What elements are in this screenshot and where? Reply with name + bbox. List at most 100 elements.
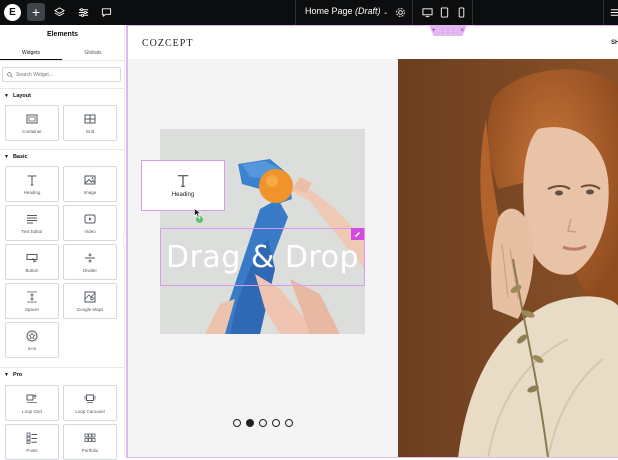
carousel-pagination — [233, 419, 293, 427]
top-bar: E + Home Page (Draft) ⌄ — [0, 0, 618, 25]
widget-heading[interactable]: Heading — [5, 166, 59, 202]
divider — [0, 367, 125, 368]
page-title[interactable]: Home Page (Draft) ⌄ — [305, 6, 388, 16]
comments-icon[interactable] — [99, 5, 113, 19]
portrait-image-art — [398, 59, 618, 458]
divider — [472, 0, 473, 25]
add-element-button[interactable]: + — [27, 3, 45, 21]
mobile-view-icon[interactable] — [454, 5, 468, 19]
close-icon[interactable]: × — [461, 28, 465, 34]
section-pro-header[interactable]: ▼ Pro — [4, 372, 22, 378]
grid-icon — [84, 112, 96, 126]
search-input[interactable] — [16, 71, 116, 78]
portrait-image[interactable] — [398, 59, 618, 458]
widget-divider[interactable]: Divider — [63, 244, 117, 280]
mouse-cursor-icon — [194, 205, 202, 223]
dragged-heading-widget[interactable]: Heading — [141, 160, 225, 211]
text-editor-icon — [26, 212, 38, 226]
button-icon — [26, 251, 38, 265]
widget-label: Text Editor — [21, 229, 43, 234]
editor-canvas[interactable]: COZCEPT SH + ⋮⋮⋮ × — [126, 25, 618, 458]
section-layout-header[interactable]: ▼ Layout — [4, 93, 31, 99]
spacer-icon — [26, 290, 38, 304]
layers-icon[interactable] — [52, 5, 66, 19]
widget-label: Spacer — [24, 307, 40, 312]
dragged-widget-label: Heading — [171, 191, 195, 198]
caret-down-icon: ▼ — [4, 154, 9, 160]
heading-icon — [26, 173, 38, 187]
desktop-view-icon[interactable] — [420, 5, 434, 19]
widget-label: Heading — [23, 190, 41, 195]
tablet-view-icon[interactable] — [437, 5, 451, 19]
more-icon[interactable] — [607, 5, 618, 19]
widget-label: Posts — [26, 448, 38, 453]
panel-title: Elements — [46, 31, 79, 38]
section-title: Layout — [12, 93, 31, 99]
page-status: (Draft) — [355, 6, 381, 16]
divider — [412, 0, 413, 25]
widget-icon[interactable]: Icon — [5, 322, 59, 358]
widget-loop-grid[interactable]: Loop Grid — [5, 385, 59, 421]
section-basic-header[interactable]: ▼ Basic — [4, 154, 28, 160]
section-handle[interactable]: + ⋮⋮⋮ × — [429, 25, 467, 36]
section-title: Pro — [12, 372, 23, 378]
widget-label: Button — [25, 268, 39, 273]
widget-label: Loop Grid — [22, 409, 42, 414]
drag-grid-icon[interactable]: ⋮⋮⋮ — [441, 28, 456, 34]
widget-label: Portfolio — [81, 448, 99, 453]
star-circle-icon — [26, 329, 38, 343]
widget-portfolio[interactable]: Portfolio — [63, 424, 117, 460]
elementor-logo[interactable]: E — [4, 4, 21, 21]
site-logo[interactable]: COZCEPT — [142, 38, 193, 49]
divider — [603, 0, 604, 25]
carousel-dot[interactable] — [272, 419, 280, 427]
widget-label: Icon — [27, 346, 37, 351]
search-widget-field[interactable] — [2, 67, 121, 82]
section-title: Basic — [12, 154, 28, 160]
page-title-text: Home Page — [305, 6, 353, 16]
loop-grid-icon — [26, 392, 38, 406]
nav-link[interactable]: SH — [611, 40, 618, 46]
loop-carousel-icon — [84, 392, 96, 406]
carousel-dot[interactable] — [246, 419, 254, 427]
search-icon — [7, 71, 13, 78]
widget-spacer[interactable]: Spacer — [5, 283, 59, 319]
image-icon — [84, 173, 96, 187]
widget-google-maps[interactable]: Google Maps — [63, 283, 117, 319]
widget-label: Divider — [82, 268, 97, 273]
widget-grid[interactable]: Grid — [63, 105, 117, 141]
video-icon — [84, 212, 96, 226]
caret-down-icon: ▼ — [4, 372, 9, 378]
carousel-dot[interactable] — [233, 419, 241, 427]
container-icon — [26, 112, 38, 126]
widget-button[interactable]: Button — [5, 244, 59, 280]
posts-icon — [26, 431, 38, 445]
widget-text-editor[interactable]: Text Editor — [5, 205, 59, 241]
widget-container[interactable]: Container — [5, 105, 59, 141]
divider-icon — [84, 251, 96, 265]
hero-heading[interactable]: Drag & Drop — [160, 228, 365, 286]
widget-image[interactable]: Image — [63, 166, 117, 202]
tabs-divider — [0, 60, 125, 61]
widget-label: Video — [84, 229, 96, 234]
chevron-down-icon: ⌄ — [383, 10, 389, 16]
widget-label: Container — [22, 129, 42, 134]
edit-pencil-icon[interactable] — [351, 228, 364, 240]
widget-video[interactable]: Video — [63, 205, 117, 241]
divider — [0, 149, 125, 150]
carousel-dot[interactable] — [259, 419, 267, 427]
elements-panel: Elements Widgets Globals ▼ Layout Contai… — [0, 25, 125, 460]
page-settings-gear-icon[interactable] — [393, 5, 407, 19]
caret-down-icon: ▼ — [4, 93, 9, 99]
tab-widgets[interactable]: Widgets — [0, 47, 62, 60]
tab-globals[interactable]: Globals — [62, 47, 124, 60]
carousel-dot[interactable] — [285, 419, 293, 427]
map-icon — [84, 290, 96, 304]
widget-posts[interactable]: Posts — [5, 424, 59, 460]
site-settings-icon[interactable] — [76, 5, 90, 19]
heading-icon — [177, 174, 189, 187]
widget-loop-carousel[interactable]: Loop Carousel — [63, 385, 117, 421]
portfolio-icon — [84, 431, 96, 445]
divider — [295, 0, 296, 25]
add-section-icon[interactable]: + — [432, 28, 436, 34]
